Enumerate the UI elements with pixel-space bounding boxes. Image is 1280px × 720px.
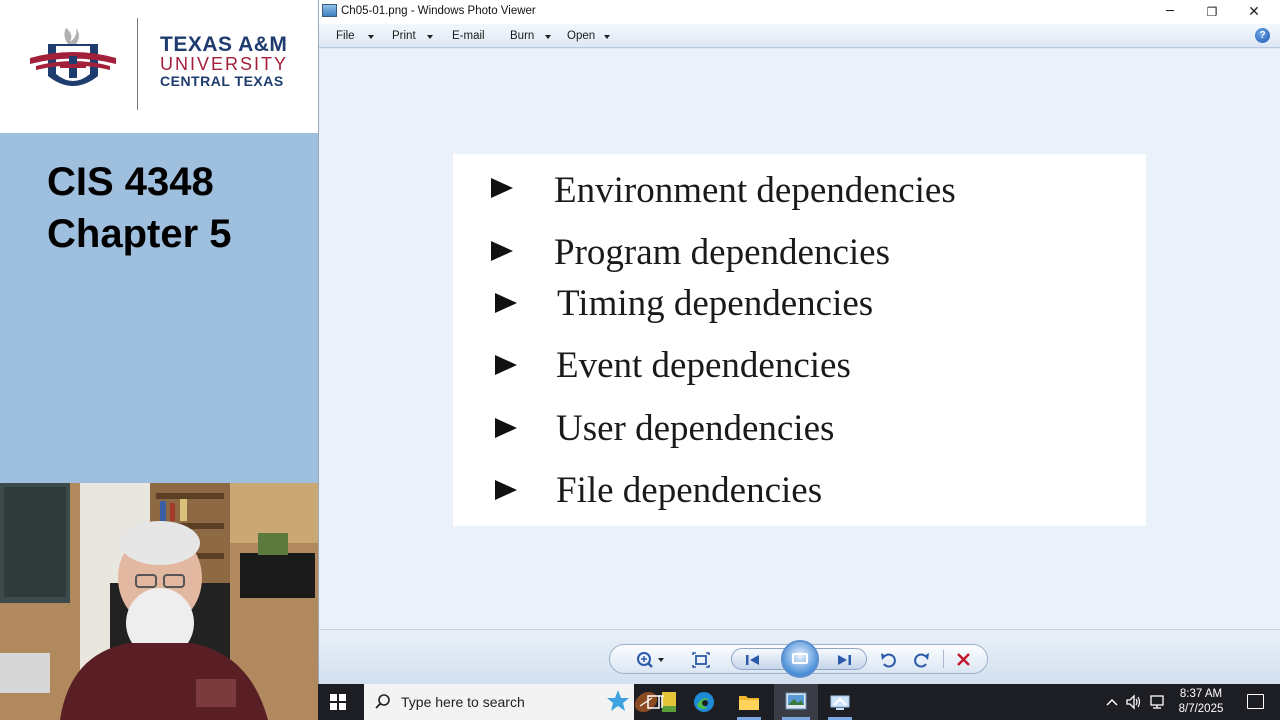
logo-text-university: UNIVERSITY [160,54,289,74]
search-placeholder: Type here to search [401,694,525,710]
dependency-item: User dependencies [556,408,835,449]
menu-burn[interactable]: Burn [510,30,534,42]
zoom-icon[interactable] [635,650,657,670]
search-icon [374,693,392,711]
windows-start-icon[interactable] [330,694,346,710]
course-title: CIS 4348 Chapter 5 [47,156,232,260]
triangle-bullet-icon [495,355,517,375]
previous-icon[interactable] [742,650,764,670]
triangle-bullet-icon [495,418,517,438]
photo-viewer-taskbar-button[interactable] [774,684,818,720]
rotate-counterclockwise-icon[interactable] [878,650,900,670]
restore-button[interactable]: ❐ [1191,0,1233,24]
chevron-down-icon[interactable] [658,658,664,662]
help-icon[interactable]: ? [1255,28,1270,43]
clock-time: 8:37 AM [1179,688,1223,700]
presenter-webcam [0,483,318,720]
chevron-up-icon[interactable] [1104,693,1120,717]
chevron-down-icon[interactable] [368,35,374,39]
file-explorer-icon[interactable] [737,690,761,714]
actual-size-icon[interactable] [690,650,712,670]
triangle-bullet-icon [491,241,513,261]
toolbar-separator [943,650,944,668]
menu-print[interactable]: Print [392,30,416,42]
slide-panel: TEXAS A&M UNIVERSITY CENTRAL TEXAS CIS 4… [0,0,318,720]
dependency-item: File dependencies [556,470,823,511]
minimize-button[interactable]: ─ [1149,0,1191,24]
close-button[interactable]: ✕ [1233,0,1275,24]
dependency-item: Program dependencies [554,232,890,273]
triangle-bullet-icon [491,178,513,198]
photo-viewer-app-icon [322,4,337,17]
chevron-down-icon[interactable] [427,35,433,39]
taskbar-clock[interactable]: 8:37 AM 8/7/2025 [1171,687,1231,717]
university-logo-area: TEXAS A&M UNIVERSITY CENTRAL TEXAS [0,0,318,133]
network-icon[interactable] [1148,693,1166,717]
university-shield-logo [30,28,116,86]
chevron-down-icon[interactable] [545,35,551,39]
rotate-clockwise-icon[interactable] [910,650,932,670]
displayed-image: Environment dependencies Program depende… [453,154,1146,526]
delete-icon[interactable] [953,650,975,670]
next-icon[interactable] [833,650,855,670]
course-code: CIS 4348 [47,160,214,204]
menu-bar: File Print E-mail Burn Open ? [319,24,1280,48]
image-display-area[interactable]: Environment dependencies Program depende… [319,49,1280,629]
triangle-bullet-icon [495,480,517,500]
logo-text-central-texas: CENTRAL TEXAS [160,73,284,89]
photo-viewer-window: Ch05-01.png - Windows Photo Viewer ─ ❐ ✕… [318,0,1280,684]
task-view-icon[interactable] [644,690,668,714]
dependency-item: Environment dependencies [554,170,956,211]
slideshow-button[interactable] [781,640,819,678]
remote-desktop-icon[interactable] [828,690,852,714]
window-title: Ch05-01.png - Windows Photo Viewer [341,5,536,17]
dependency-item: Timing dependencies [557,283,874,324]
volume-icon[interactable] [1125,693,1143,717]
slideshow-icon [792,653,808,664]
triangle-bullet-icon [495,293,517,313]
webcam-scene [0,483,318,720]
photo-viewer-icon [785,692,807,710]
windows-taskbar: Type here to search 8:37 AM 8/7/2025 [318,684,1280,720]
menu-email[interactable]: E-mail [452,30,485,42]
chevron-down-icon[interactable] [604,35,610,39]
window-titlebar[interactable]: Ch05-01.png - Windows Photo Viewer ─ ❐ ✕ [319,0,1280,24]
notification-icon[interactable] [1247,694,1264,709]
logo-divider [137,18,138,110]
menu-file[interactable]: File [336,30,355,42]
taskbar-search-box[interactable]: Type here to search [364,684,676,720]
chapter-label: Chapter 5 [47,212,232,256]
dependency-item: Event dependencies [556,345,851,386]
clock-date: 8/7/2025 [1178,703,1224,715]
edge-browser-icon[interactable] [692,690,716,714]
menu-open[interactable]: Open [567,30,595,42]
